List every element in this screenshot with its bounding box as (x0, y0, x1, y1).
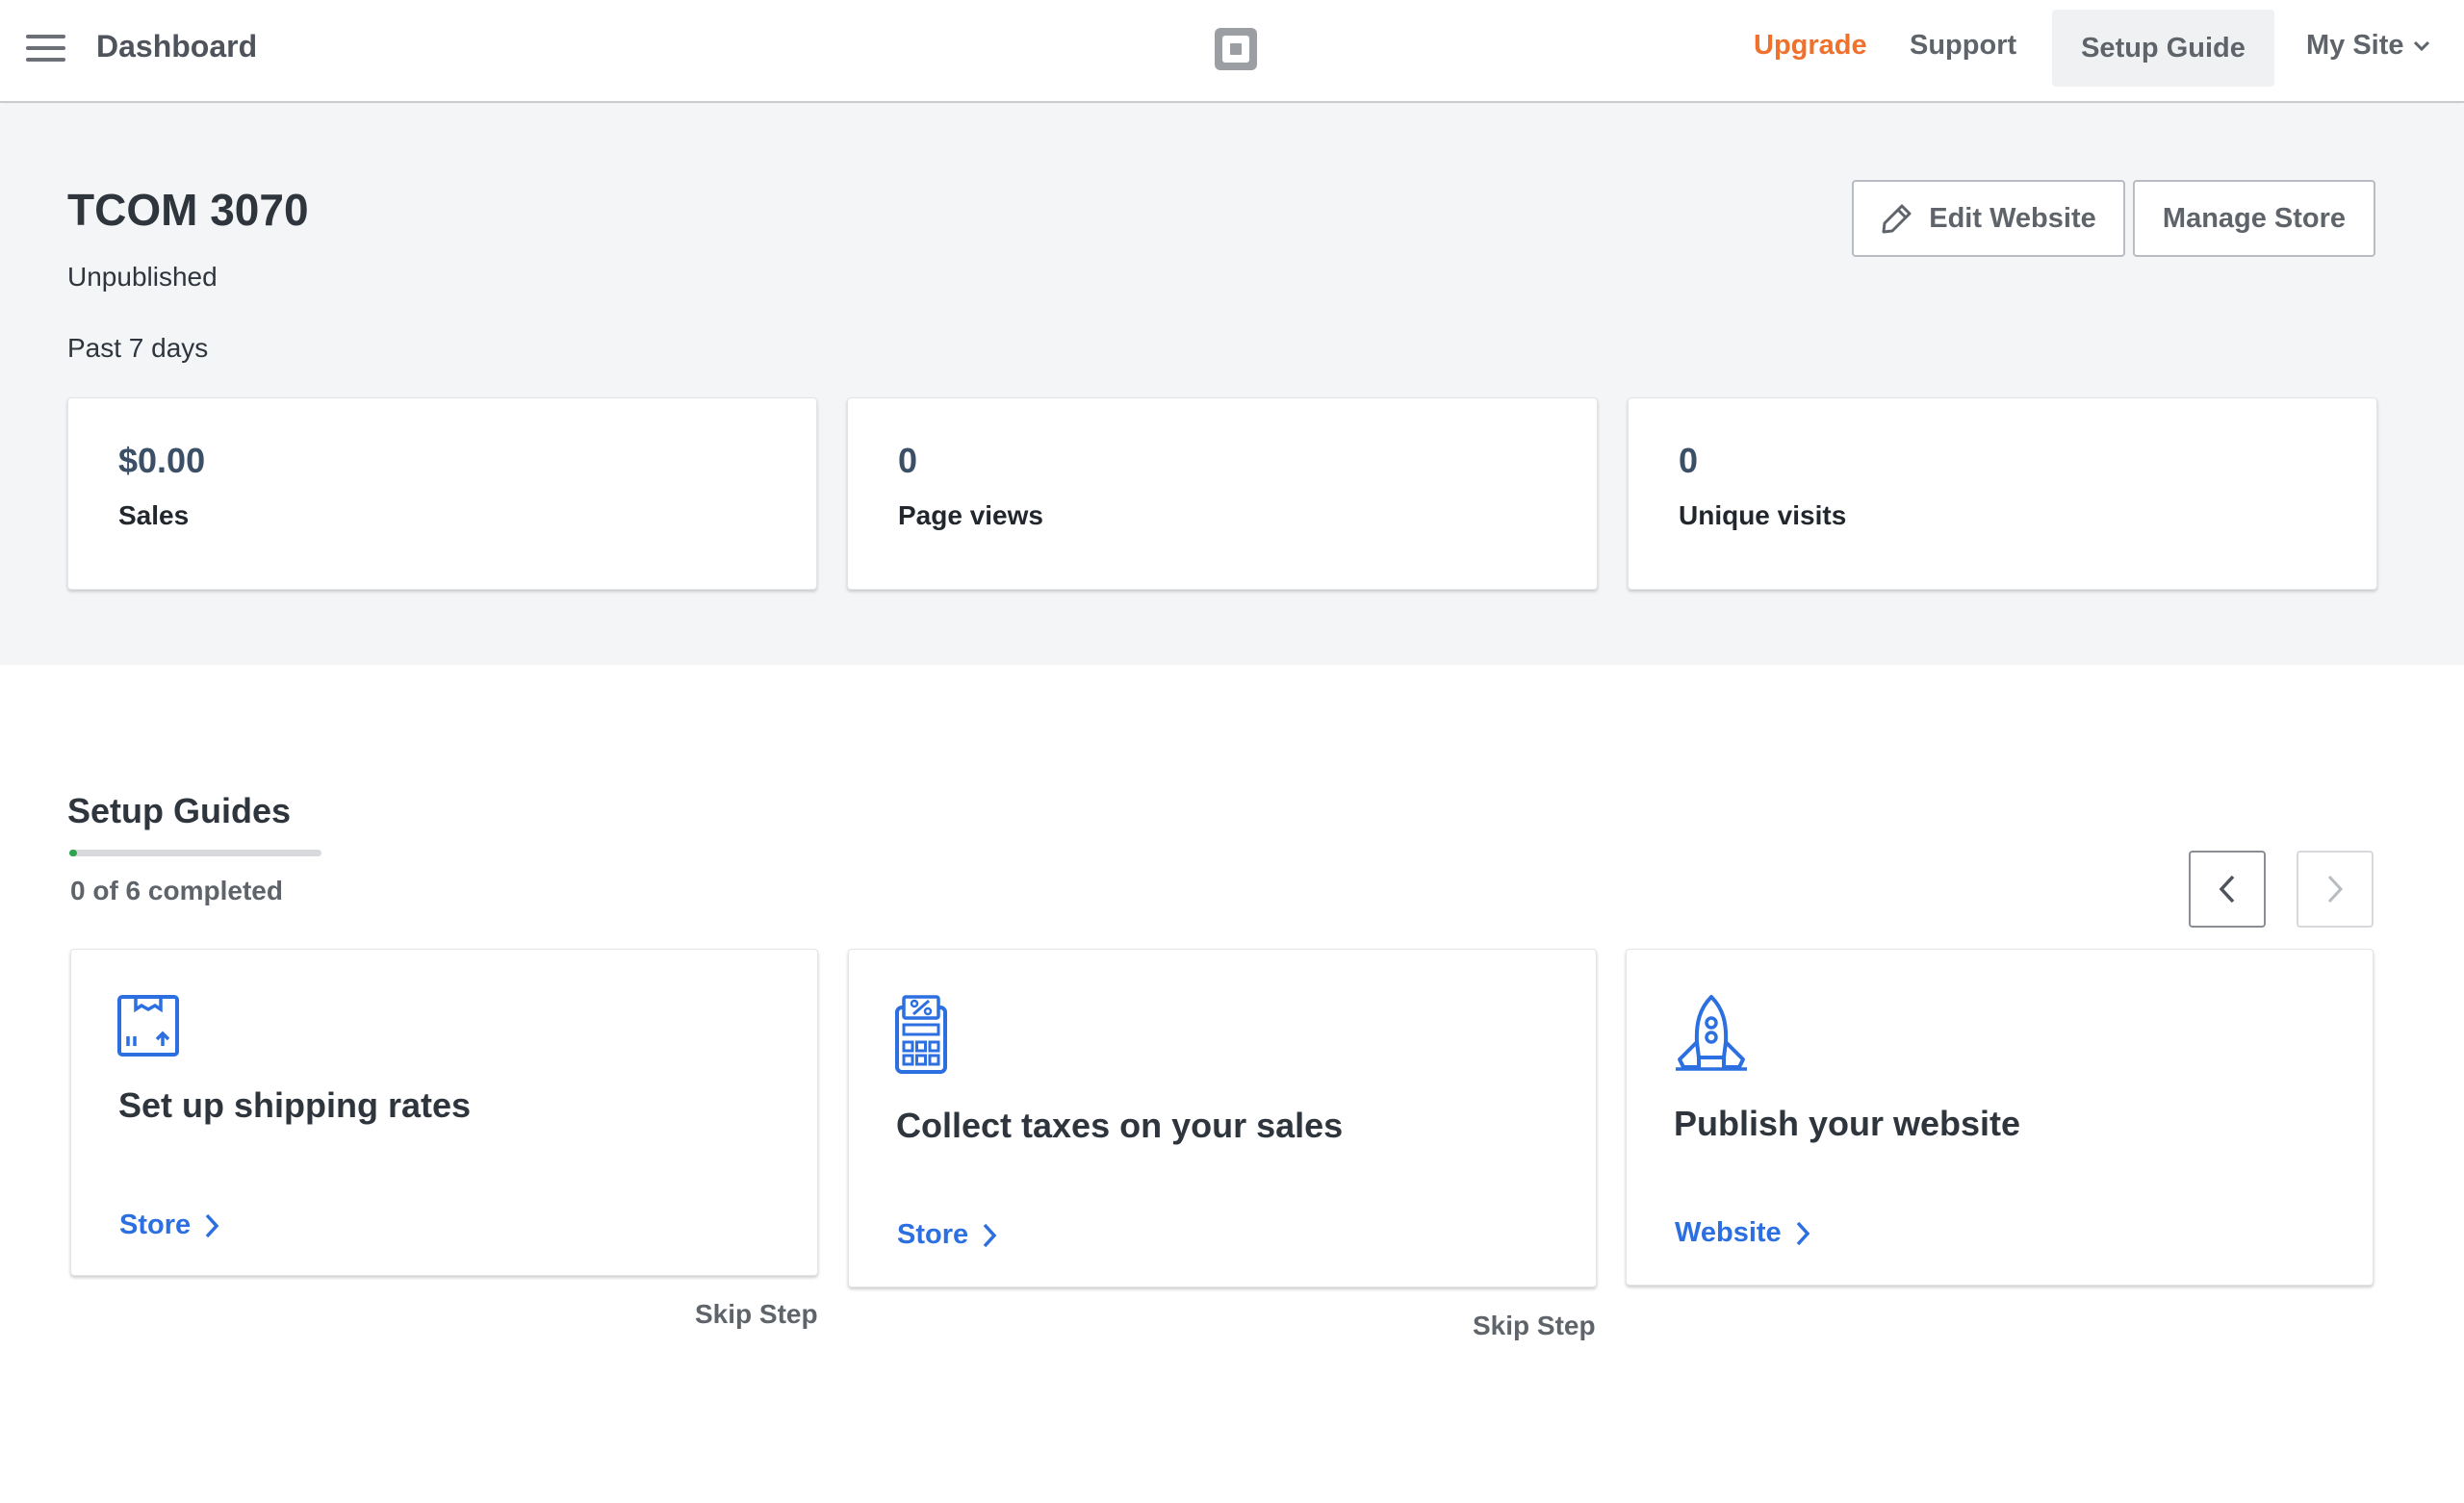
my-site-dropdown[interactable]: My Site (2306, 30, 2431, 62)
setup-guides-title: Setup Guides (67, 791, 292, 830)
stat-value: 0 (898, 441, 918, 480)
guide-title: Collect taxes on your sales (896, 1106, 1344, 1145)
chevron-right-icon (2327, 875, 2344, 904)
chevron-down-icon (2413, 40, 2429, 51)
edit-website-button[interactable]: Edit Website (1852, 180, 2125, 257)
site-title: TCOM 3070 (67, 185, 309, 235)
rocket-icon (1676, 995, 1747, 1071)
pencil-icon (1882, 204, 1912, 234)
setup-guide-button[interactable]: Setup Guide (2052, 10, 2274, 87)
chevron-right-icon (1796, 1221, 1810, 1245)
stat-card-page-views: 0 Page views (847, 397, 1598, 590)
previous-button[interactable] (2189, 851, 2266, 928)
square-logo-icon[interactable] (1212, 25, 1260, 73)
guide-card-shipping: Set up shipping rates Store (70, 949, 818, 1276)
chevron-right-icon (983, 1223, 997, 1247)
skip-step-button[interactable]: Skip Step (1473, 1311, 1596, 1341)
guide-link-label: Store (119, 1210, 192, 1240)
stat-label: Page views (898, 500, 1043, 530)
period-label: Past 7 days (67, 333, 209, 363)
stat-value: $0.00 (118, 441, 206, 480)
guide-link-label: Store (897, 1219, 969, 1250)
tax-calculator-icon (895, 995, 947, 1074)
skip-step-button[interactable]: Skip Step (695, 1299, 818, 1330)
guide-link-store[interactable]: Store (897, 1219, 997, 1251)
guide-link-store[interactable]: Store (119, 1210, 219, 1241)
guide-link-website[interactable]: Website (1675, 1217, 1810, 1249)
setup-progress-fill (69, 850, 77, 856)
manage-store-button[interactable]: Manage Store (2133, 180, 2375, 257)
stat-card-unique-visits: 0 Unique visits (1628, 397, 2377, 590)
edit-website-label: Edit Website (1929, 202, 2096, 234)
upgrade-link[interactable]: Upgrade (1754, 30, 1867, 62)
menu-icon[interactable] (26, 33, 66, 64)
site-status: Unpublished (67, 262, 218, 292)
setup-guide-label: Setup Guide (2081, 32, 2246, 64)
guide-title: Set up shipping rates (118, 1085, 472, 1125)
guide-link-label: Website (1675, 1217, 1782, 1248)
top-bar: Dashboard Upgrade Support Setup Guide My… (0, 0, 2464, 103)
my-site-label: My Site (2306, 30, 2404, 61)
chevron-right-icon (205, 1213, 219, 1237)
guide-card-publish: Publish your website Website (1626, 949, 2374, 1286)
manage-store-label: Manage Store (2162, 202, 2347, 234)
guide-title: Publish your website (1674, 1104, 2021, 1143)
site-summary: TCOM 3070 Unpublished Past 7 days Edit W… (0, 105, 2464, 665)
support-link[interactable]: Support (1910, 30, 2016, 62)
page-title: Dashboard (96, 29, 258, 64)
chevron-left-icon (2219, 875, 2235, 904)
setup-progress-bar (69, 850, 321, 856)
guide-card-taxes: Collect taxes on your sales Store (848, 949, 1597, 1287)
stat-card-sales: $0.00 Sales (67, 397, 817, 590)
stat-label: Unique visits (1679, 500, 1847, 530)
next-button[interactable] (2297, 851, 2374, 928)
stat-label: Sales (118, 500, 190, 530)
stat-value: 0 (1679, 441, 1699, 480)
setup-progress-text: 0 of 6 completed (70, 876, 283, 905)
shipping-box-icon (117, 995, 179, 1057)
